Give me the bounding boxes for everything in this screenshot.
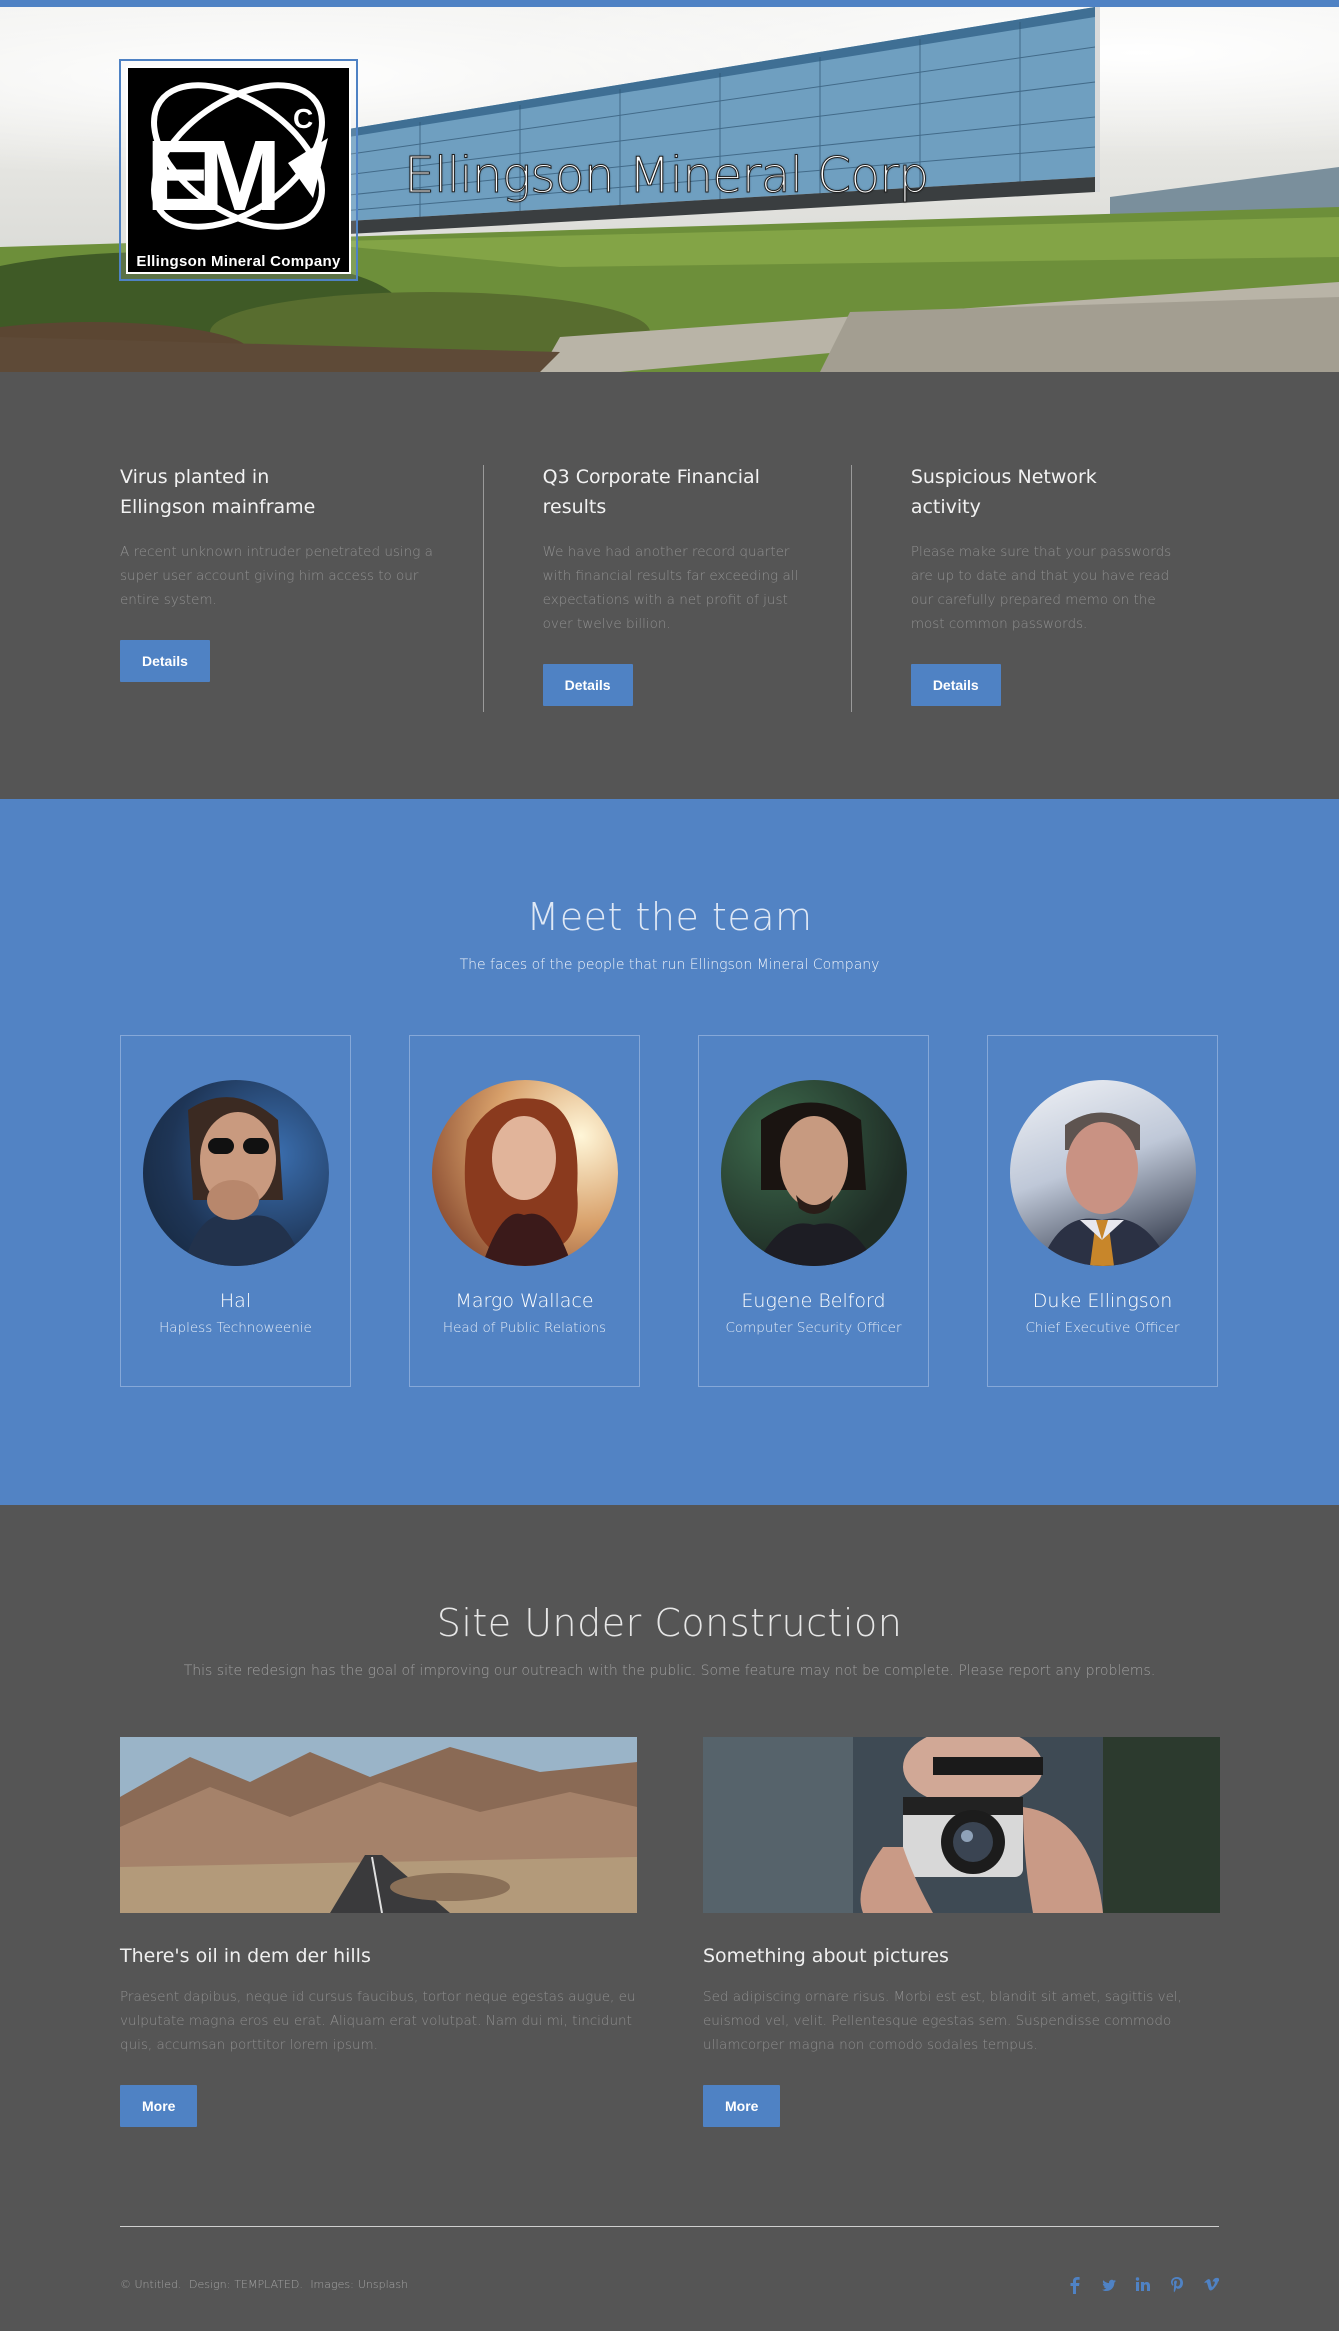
news-section: Virus planted in Ellingson mainframe A r… (0, 372, 1339, 799)
svg-text:M: M (198, 120, 281, 232)
news-title: Virus planted in Ellingson mainframe (120, 466, 316, 518)
details-button[interactable]: Details (542, 664, 633, 706)
avatar (1009, 1080, 1196, 1266)
news-text: A recent unknown intruder penetrated usi… (120, 544, 433, 608)
member-name: Hal (219, 1290, 252, 1312)
team-card[interactable]: Duke Ellingson Chief Executive Officer (987, 1035, 1218, 1387)
more-button[interactable]: More (703, 2085, 781, 2127)
person-photo-icon (1039, 1112, 1170, 1266)
emc-atom-icon: E M C (146, 82, 328, 232)
post-title: Something about pictures (703, 1945, 949, 1967)
copyright-text: © Untitled. (120, 2278, 182, 2291)
team-cards: Hal Hapless Technoweenie Margo Wallace H… (120, 1035, 1219, 1387)
svg-text:C: C (293, 103, 313, 134)
logo-caption: Ellingson Mineral Company (136, 253, 341, 270)
camera-icon (703, 1737, 1220, 1913)
images-link[interactable]: Unsplash (358, 2278, 408, 2291)
avatar (431, 1080, 618, 1266)
footer: © Untitled. Design: TEMPLATED. Images: Uns… (0, 2226, 1339, 2331)
construction-heading: Site Under Construction (436, 1601, 903, 1645)
twitter-icon[interactable] (1101, 2276, 1117, 2294)
team-card[interactable]: Margo Wallace Head of Public Relations (409, 1035, 640, 1387)
news-title: Suspicious Network activity (910, 466, 1097, 518)
team-card[interactable]: Eugene Belford Computer Security Officer (698, 1035, 929, 1387)
post-title: There's oil in dem der hills (120, 1945, 371, 1967)
details-button[interactable]: Details (910, 664, 1001, 706)
member-name: Margo Wallace (455, 1290, 594, 1312)
news-title: Q3 Corporate Financial results (542, 466, 760, 518)
post-text: Praesent dapibus, neque id cursus faucib… (120, 1989, 636, 2053)
company-logo[interactable]: E M C Ellingson Mineral Company (119, 59, 358, 281)
news-text: Please make sure that your passwords are… (910, 544, 1172, 632)
more-button[interactable]: More (120, 2085, 198, 2127)
site-title[interactable]: Ellingson Mineral Corp (403, 147, 929, 205)
person-photo-icon (755, 1102, 876, 1266)
images-label: Images: (310, 2278, 354, 2291)
member-role: Computer Security Officer (725, 1320, 902, 1336)
team-section: Meet the team The faces of the people th… (0, 799, 1339, 1505)
member-role: Head of Public Relations (442, 1320, 607, 1336)
post-text: Sed adipiscing ornare risus. Morbi est e… (703, 1989, 1182, 2053)
copyright: © Untitled. Design: TEMPLATED. Images: Uns… (120, 2278, 412, 2291)
news-text: We have had another record quarter with … (542, 544, 799, 632)
photographer-image[interactable] (703, 1737, 1220, 1913)
news-item: Suspicious Network activity Please make … (850, 372, 1219, 799)
social-links (1067, 2276, 1220, 2294)
member-role: Hapless Technoweenie (159, 1320, 312, 1336)
team-card[interactable]: Hal Hapless Technoweenie (120, 1035, 351, 1387)
person-photo-icon (464, 1098, 578, 1266)
post-item: Something about pictures Sed adipiscing … (703, 1737, 1220, 2127)
person-photo-icon (182, 1097, 303, 1266)
details-button[interactable]: Details (120, 640, 210, 682)
hero-banner: E M C Ellingson Mineral Company Ellingso… (0, 0, 1339, 372)
news-item: Q3 Corporate Financial results We have h… (482, 372, 851, 799)
linkedin-icon[interactable] (1135, 2276, 1151, 2294)
team-subtitle: The faces of the people that run Ellings… (459, 957, 880, 973)
mountain-road-image[interactable] (120, 1737, 637, 1913)
pinterest-icon[interactable] (1169, 2276, 1185, 2294)
design-label: Design: (189, 2278, 231, 2291)
footer-divider (120, 2226, 1219, 2227)
avatar (720, 1080, 907, 1266)
construction-subtitle: This site redesign has the goal of impro… (183, 1663, 1156, 1679)
member-role: Chief Executive Officer (1025, 1320, 1180, 1336)
logo-emblem: E M C Ellingson Mineral Company (126, 66, 351, 274)
avatar (142, 1080, 329, 1266)
vimeo-icon[interactable] (1203, 2276, 1220, 2294)
post-item: There's oil in dem der hills Praesent da… (120, 1737, 637, 2127)
news-item: Virus planted in Ellingson mainframe A r… (120, 372, 483, 799)
mountain-road-icon (120, 1737, 637, 1913)
team-heading: Meet the team (526, 895, 813, 939)
member-name: Duke Ellingson (1032, 1290, 1173, 1312)
posts: There's oil in dem der hills Praesent da… (120, 1737, 1220, 2127)
facebook-icon[interactable] (1067, 2276, 1083, 2294)
design-link[interactable]: TEMPLATED. (234, 2278, 302, 2291)
construction-section: Site Under Construction This site redesi… (0, 1505, 1339, 2226)
member-name: Eugene Belford (741, 1290, 886, 1312)
